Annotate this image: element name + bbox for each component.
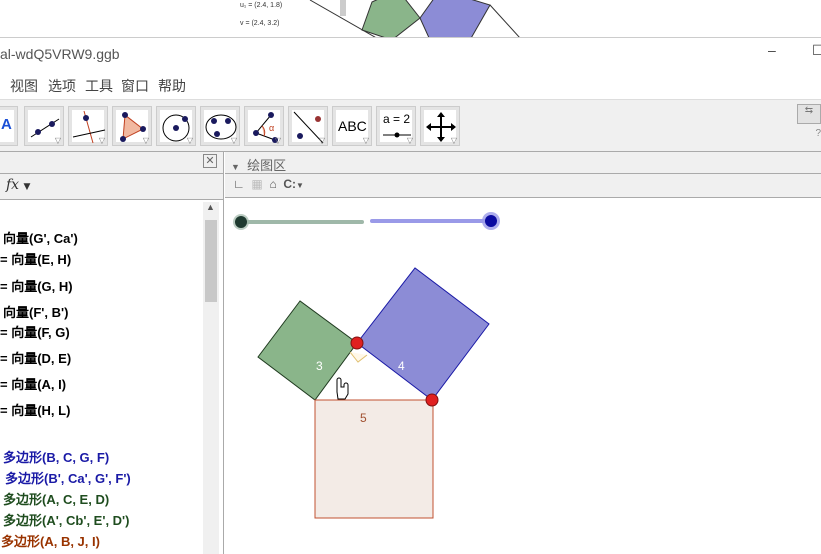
help-icon[interactable]: ?: [815, 128, 821, 139]
green-square[interactable]: [257, 300, 358, 401]
graphics-header: ▼ 绘图区: [225, 152, 821, 174]
grid-icon[interactable]: ▦: [251, 177, 262, 191]
menu-options[interactable]: 选项: [48, 76, 76, 96]
tool-polygon[interactable]: ▽: [112, 106, 152, 146]
algebra-item[interactable]: 多边形(B, C, G, F): [3, 447, 109, 466]
hand-cursor-icon: [336, 377, 349, 400]
toggle-sidebar-button[interactable]: ⇆: [797, 104, 821, 124]
axes-icon[interactable]: ∟: [233, 177, 245, 191]
home-icon[interactable]: ⌂: [269, 177, 276, 191]
tool-text[interactable]: ABC ▽: [332, 106, 372, 146]
algebra-item[interactable]: 多边形(A', Cb', E', D'): [3, 510, 129, 529]
pink-square-label: 5: [360, 411, 367, 425]
algebra-item[interactable]: = 向量(A, I): [0, 374, 66, 393]
graphics-options-dropdown[interactable]: C:▼: [283, 177, 304, 191]
algebra-item[interactable]: = 向量(E, H): [0, 249, 71, 268]
scrollbar[interactable]: ▲: [203, 202, 219, 554]
collapse-icon[interactable]: ▼: [231, 162, 240, 172]
tool-slider[interactable]: a = 2 ▽: [376, 106, 416, 146]
menu-help[interactable]: 帮助: [158, 76, 186, 96]
tool-reflect[interactable]: ▽: [288, 106, 328, 146]
tool-conic[interactable]: ▽: [200, 106, 240, 146]
graphics-style-bar: ∟ ▦ ⌂ C:▼: [225, 174, 821, 198]
algebra-item[interactable]: 向量(G', Ca'): [3, 228, 78, 247]
green-square-label: 3: [316, 359, 323, 373]
tool-circle[interactable]: ▽: [156, 106, 196, 146]
menu-bar: 视图 选项 工具 窗口 帮助: [0, 70, 821, 100]
algebra-item[interactable]: = 向量(F, G): [0, 322, 70, 341]
background-graphics: [309, 0, 520, 37]
blue-square[interactable]: [356, 267, 490, 401]
algebra-item[interactable]: 多边形(A, B, J, I): [1, 531, 100, 550]
algebra-item[interactable]: = 向量(G, H): [0, 276, 73, 295]
scrollbar-thumb[interactable]: [205, 220, 217, 302]
menu-window[interactable]: 窗口: [121, 76, 149, 96]
slider-green-handle[interactable]: [235, 216, 247, 228]
minimize-button[interactable]: –: [768, 42, 776, 58]
tool-perpendicular[interactable]: ▽: [68, 106, 108, 146]
slider-blue-handle[interactable]: [485, 215, 497, 227]
algebra-item[interactable]: 多边形(A, C, E, D): [3, 489, 109, 508]
toolbar: A ▽ ▽ ▽ ▽ ▽ α ▽ ▽ ABC ▽ a = 2 ▽ ▽: [0, 100, 821, 152]
drawing-canvas[interactable]: 3 4 5: [225, 198, 821, 554]
blue-square-label: 4: [398, 359, 405, 373]
input-help-button[interactable]: fx ▼: [0, 174, 223, 200]
algebra-item[interactable]: = 向量(H, L): [0, 400, 70, 419]
algebra-item[interactable]: 多边形(B', Ca', G', F'): [5, 468, 131, 487]
menu-tools[interactable]: 工具: [85, 76, 113, 96]
point-right-angle[interactable]: [350, 336, 364, 350]
tool-move[interactable]: A: [0, 106, 18, 146]
tool-line[interactable]: ▽: [24, 106, 64, 146]
close-icon[interactable]: ✕: [203, 154, 217, 168]
algebra-item[interactable]: = 向量(D, E): [0, 348, 71, 367]
tool-angle[interactable]: α ▽: [244, 106, 284, 146]
svg-text:α: α: [269, 123, 274, 133]
background-window: u₁ = (2.4, 1.8) v = (2.4, 3.2): [0, 0, 821, 38]
right-angle-marker: [349, 351, 368, 363]
point-vertex[interactable]: [425, 393, 439, 407]
maximize-button[interactable]: ☐: [812, 42, 821, 59]
title-bar: al-wdQ5VRW9.ggb – ☐: [0, 38, 821, 70]
algebra-view: ✕ fx ▼ 向量(G', Ca') = 向量(E, H) = 向量(G, H)…: [0, 152, 224, 554]
tool-move-view[interactable]: ▽: [420, 106, 460, 146]
pink-square[interactable]: [314, 399, 434, 519]
algebra-item[interactable]: 向量(F', B'): [3, 302, 68, 321]
menu-view[interactable]: 视图: [10, 76, 38, 96]
graphics-view: ▼ 绘图区 ∟ ▦ ⌂ C:▼ 3 4 5: [225, 152, 821, 554]
window-title: al-wdQ5VRW9.ggb: [0, 46, 120, 62]
